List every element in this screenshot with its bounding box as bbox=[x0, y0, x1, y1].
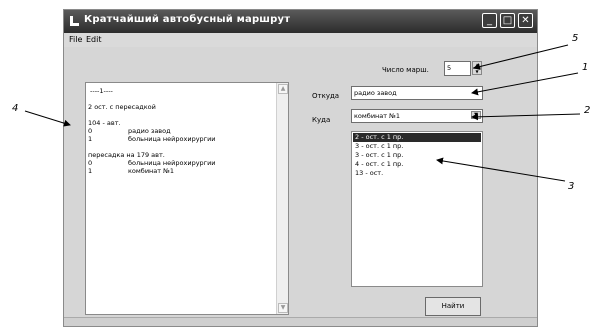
callout-arrow-4 bbox=[24, 110, 71, 127]
callout-3: 3 bbox=[568, 181, 575, 192]
callout-arrow-2 bbox=[471, 113, 581, 121]
callout-arrows bbox=[24, 44, 581, 182]
callout-2: 2 bbox=[584, 105, 591, 116]
callout-1: 1 bbox=[582, 62, 589, 73]
callout-arrow-3 bbox=[436, 157, 566, 182]
callout-arrow-5 bbox=[473, 44, 569, 70]
callout-arrow-1 bbox=[471, 72, 579, 96]
callout-5: 5 bbox=[572, 33, 579, 44]
callout-4: 4 bbox=[12, 103, 19, 114]
